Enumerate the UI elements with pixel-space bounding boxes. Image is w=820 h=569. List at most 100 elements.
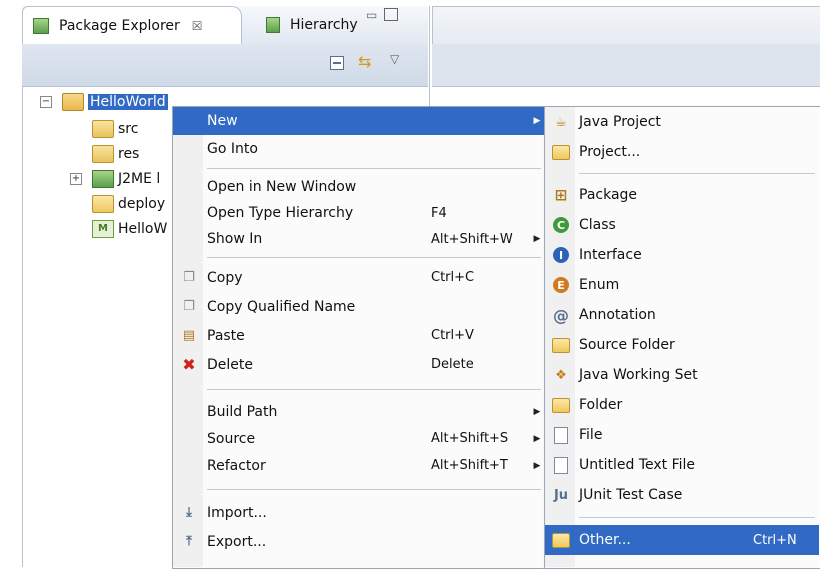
tree-row-helloworld[interactable]: − HelloWorld [40, 90, 168, 114]
menu-item-build-path[interactable]: Build Path ▶ [173, 398, 545, 425]
tree-row-deployed[interactable]: deploy [92, 192, 165, 216]
collapse-all-icon[interactable] [330, 56, 344, 70]
package-explorer-icon [33, 17, 49, 34]
menu-item-copy[interactable]: ❐ Copy Ctrl+C [173, 263, 545, 292]
class-icon: C [551, 216, 571, 234]
menu-separator [207, 257, 541, 258]
menu-item-delete[interactable]: ✖ Delete Delete [173, 350, 545, 379]
tree-item-label: res [118, 146, 140, 162]
submenu-arrow-icon: ▶ [533, 460, 541, 471]
submenu-item-class[interactable]: C Class [545, 210, 819, 240]
submenu-arrow-icon: ▶ [533, 433, 541, 444]
tree-item-label: src [118, 121, 139, 137]
close-icon[interactable]: ☒ [192, 19, 203, 33]
menu-shortcut: Ctrl+V [431, 328, 474, 343]
paste-icon: ▤ [182, 328, 196, 343]
submenu-item-enum[interactable]: E Enum [545, 270, 819, 300]
library-icon [92, 170, 114, 188]
editor-tab-area [432, 6, 820, 46]
tab-label: Hierarchy [290, 17, 358, 33]
menu-item-open-new-window[interactable]: Open in New Window [173, 174, 545, 200]
menu-separator [207, 489, 541, 490]
submenu-item-annotation[interactable]: @ Annotation [545, 300, 819, 330]
submenu-item-java-project[interactable]: ☕ Java Project [545, 107, 819, 137]
context-menu-items: New ▶ Go Into Open in New Window Open Ty… [173, 107, 545, 556]
tab-label: Package Explorer [59, 17, 180, 34]
text-file-icon [551, 456, 571, 474]
folder-icon [92, 195, 114, 213]
menu-item-import[interactable]: ⤓ Import... [173, 498, 545, 527]
minimize-icon[interactable]: ▭ [366, 8, 377, 22]
menu-label: Copy [207, 269, 243, 286]
wizard-icon [551, 531, 571, 549]
menu-item-copy-qualified-name[interactable]: ❐ Copy Qualified Name [173, 292, 545, 321]
submenu-item-source-folder[interactable]: Source Folder [545, 330, 819, 360]
package-icon: ⊞ [554, 186, 568, 204]
source-folder-icon [92, 145, 114, 163]
submenu-item-file[interactable]: File [545, 420, 819, 450]
submenu-item-folder[interactable]: Folder [545, 390, 819, 420]
hierarchy-icon [266, 17, 280, 33]
menu-label: Go Into [207, 141, 258, 157]
java-project-icon [62, 93, 84, 111]
menu-item-new[interactable]: New ▶ [173, 107, 545, 135]
tab-package-explorer[interactable]: Package Explorer ☒ [22, 6, 242, 44]
menu-shortcut: Ctrl+N [753, 532, 797, 548]
file-icon [551, 426, 571, 444]
import-icon: ⤓ [186, 505, 192, 520]
link-with-editor-icon[interactable]: ⇆ [358, 52, 378, 72]
menu-item-paste[interactable]: ▤ Paste Ctrl+V [173, 321, 545, 350]
submenu-item-untitled-text-file[interactable]: Untitled Text File [545, 450, 819, 480]
menu-item-refactor[interactable]: Refactor Alt+Shift+T ▶ [173, 452, 545, 479]
submenu-item-other[interactable]: Other... Ctrl+N [545, 525, 819, 555]
menu-label: Paste [207, 327, 245, 344]
maximize-icon[interactable] [384, 8, 398, 21]
menu-label: Class [579, 217, 616, 233]
menu-label: Delete [207, 356, 253, 373]
editor-toolbar [432, 44, 820, 87]
menu-label: Package [579, 187, 638, 203]
interface-icon: I [551, 246, 571, 264]
junit-icon: Ju [553, 487, 569, 503]
submenu-item-java-working-set[interactable]: ❖ Java Working Set [545, 360, 819, 390]
submenu-item-junit-test-case[interactable]: Ju JUnit Test Case [545, 480, 819, 510]
submenu-item-project[interactable]: Project... [545, 137, 819, 167]
menu-label: Refactor [207, 457, 266, 474]
menu-label: Java Project [579, 114, 661, 130]
submenu-item-interface[interactable]: I Interface [545, 240, 819, 270]
menu-item-show-in[interactable]: Show In Alt+Shift+W ▶ [173, 226, 545, 252]
menu-label: Open Type Hierarchy [207, 205, 354, 221]
menu-label: Java Working Set [579, 367, 698, 383]
folder-icon [551, 396, 571, 414]
menu-label: Other... [579, 532, 631, 548]
menu-separator [579, 517, 815, 518]
menu-label: Source [207, 430, 256, 447]
delete-icon: ✖ [182, 355, 196, 374]
export-icon: ⤒ [186, 534, 192, 549]
working-set-icon: ❖ [555, 367, 567, 383]
expand-icon[interactable]: + [70, 173, 82, 185]
menu-label: Import... [207, 504, 267, 521]
tree-item-label: deploy [118, 196, 166, 212]
menu-item-open-type-hierarchy[interactable]: Open Type Hierarchy F4 [173, 200, 545, 226]
menu-item-export[interactable]: ⤒ Export... [173, 527, 545, 556]
view-menu-icon[interactable]: ▽ [390, 52, 399, 66]
tree-row-manifest[interactable]: M HelloW [92, 217, 167, 241]
menu-label: Copy Qualified Name [207, 298, 356, 315]
collapse-icon[interactable]: − [40, 96, 52, 108]
tree-row-j2me-library[interactable]: + J2ME l [70, 167, 160, 191]
java-project-icon: ☕ [555, 114, 567, 130]
submenu-item-package[interactable]: ⊞ Package [545, 180, 819, 210]
menu-label: Build Path [207, 403, 278, 420]
menu-label: New [207, 113, 238, 129]
menu-shortcut: F4 [431, 205, 447, 221]
source-folder-icon [92, 120, 114, 138]
copy-icon: ❐ [183, 270, 195, 285]
tree-row-src[interactable]: src [92, 117, 138, 141]
menu-label: Annotation [579, 307, 656, 323]
tree-row-res[interactable]: res [92, 142, 139, 166]
menu-separator [579, 173, 815, 174]
menu-label: Project... [579, 144, 641, 160]
menu-item-source[interactable]: Source Alt+Shift+S ▶ [173, 425, 545, 452]
menu-item-go-into[interactable]: Go Into [173, 135, 545, 163]
